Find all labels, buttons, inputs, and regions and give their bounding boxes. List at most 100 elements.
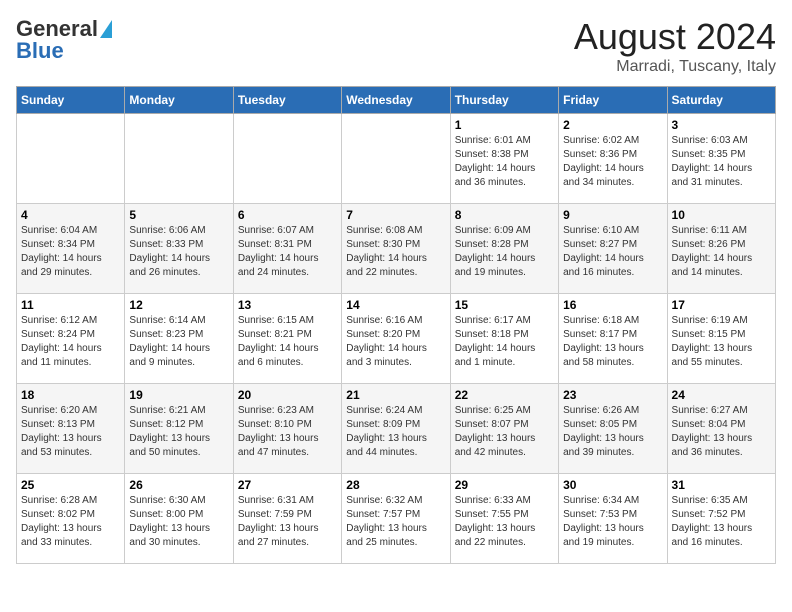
weekday-header-saturday: Saturday <box>667 87 775 114</box>
day-info: Sunrise: 6:14 AMSunset: 8:23 PMDaylight:… <box>129 314 228 370</box>
day-number: 12 <box>129 298 228 312</box>
day-info: Sunrise: 6:17 AMSunset: 8:18 PMDaylight:… <box>455 314 554 370</box>
day-number: 26 <box>129 478 228 492</box>
day-number: 17 <box>672 298 771 312</box>
calendar-title: August 2024 <box>574 16 776 58</box>
calendar-day-empty <box>17 114 125 204</box>
day-info: Sunrise: 6:21 AMSunset: 8:12 PMDaylight:… <box>129 404 228 460</box>
day-number: 21 <box>346 388 445 402</box>
day-number: 6 <box>238 208 337 222</box>
calendar-week-row: 4 Sunrise: 6:04 AMSunset: 8:34 PMDaylight… <box>17 204 776 294</box>
day-info: Sunrise: 6:25 AMSunset: 8:07 PMDaylight:… <box>455 404 554 460</box>
calendar-day-9: 9 Sunrise: 6:10 AMSunset: 8:27 PMDaylight… <box>559 204 667 294</box>
day-info: Sunrise: 6:04 AMSunset: 8:34 PMDaylight:… <box>21 224 120 280</box>
day-number: 18 <box>21 388 120 402</box>
day-info: Sunrise: 6:27 AMSunset: 8:04 PMDaylight:… <box>672 404 771 460</box>
day-number: 27 <box>238 478 337 492</box>
weekday-header-friday: Friday <box>559 87 667 114</box>
weekday-header-tuesday: Tuesday <box>233 87 341 114</box>
day-info: Sunrise: 6:23 AMSunset: 8:10 PMDaylight:… <box>238 404 337 460</box>
day-info: Sunrise: 6:26 AMSunset: 8:05 PMDaylight:… <box>563 404 662 460</box>
weekday-header-thursday: Thursday <box>450 87 558 114</box>
calendar-day-20: 20Sunrise: 6:23 AMSunset: 8:10 PMDayligh… <box>233 384 341 474</box>
calendar-day-13: 13 Sunrise: 6:15 AMSunset: 8:21 PMDayligh… <box>233 294 341 384</box>
weekday-header-sunday: Sunday <box>17 87 125 114</box>
calendar-day-7: 7 Sunrise: 6:08 AMSunset: 8:30 PMDaylight… <box>342 204 450 294</box>
day-number: 13 <box>238 298 337 312</box>
day-number: 22 <box>455 388 554 402</box>
day-info: Sunrise: 6:10 AMSunset: 8:27 PMDaylight:… <box>563 224 662 280</box>
calendar-day-17: 17 Sunrise: 6:19 AMSunset: 8:15 PMDayligh… <box>667 294 775 384</box>
calendar-week-row: 11 Sunrise: 6:12 AMSunset: 8:24 PMDayligh… <box>17 294 776 384</box>
day-number: 11 <box>21 298 120 312</box>
calendar-subtitle: Marradi, Tuscany, Italy <box>574 58 776 76</box>
calendar-day-28: 28Sunrise: 6:32 AMSunset: 7:57 PMDayligh… <box>342 474 450 564</box>
day-number: 29 <box>455 478 554 492</box>
calendar-body: 1 Sunrise: 6:01 AMSunset: 8:38 PMDaylight… <box>17 114 776 564</box>
day-info: Sunrise: 6:18 AMSunset: 8:17 PMDaylight:… <box>563 314 662 370</box>
calendar-day-26: 26 Sunrise: 6:30 AMSunset: 8:00 PMDayligh… <box>125 474 233 564</box>
calendar-week-row: 1 Sunrise: 6:01 AMSunset: 8:38 PMDaylight… <box>17 114 776 204</box>
day-info: Sunrise: 6:15 AMSunset: 8:21 PMDaylight:… <box>238 314 337 370</box>
logo: General Blue <box>16 16 112 64</box>
day-number: 30 <box>563 478 662 492</box>
day-number: 9 <box>563 208 662 222</box>
calendar-day-8: 8 Sunrise: 6:09 AMSunset: 8:28 PMDaylight… <box>450 204 558 294</box>
page-header: General Blue August 2024 Marradi, Tuscan… <box>16 16 776 76</box>
calendar-day-6: 6 Sunrise: 6:07 AMSunset: 8:31 PMDaylight… <box>233 204 341 294</box>
calendar-day-21: 21Sunrise: 6:24 AMSunset: 8:09 PMDayligh… <box>342 384 450 474</box>
day-number: 5 <box>129 208 228 222</box>
day-info: Sunrise: 6:16 AMSunset: 8:20 PMDaylight:… <box>346 314 445 370</box>
day-info: Sunrise: 6:12 AMSunset: 8:24 PMDaylight:… <box>21 314 120 370</box>
calendar-day-19: 19 Sunrise: 6:21 AMSunset: 8:12 PMDayligh… <box>125 384 233 474</box>
day-number: 2 <box>563 118 662 132</box>
calendar-day-11: 11 Sunrise: 6:12 AMSunset: 8:24 PMDayligh… <box>17 294 125 384</box>
weekday-header-wednesday: Wednesday <box>342 87 450 114</box>
day-number: 19 <box>129 388 228 402</box>
day-number: 8 <box>455 208 554 222</box>
weekday-header-row: SundayMondayTuesdayWednesdayThursdayFrid… <box>17 87 776 114</box>
day-number: 28 <box>346 478 445 492</box>
calendar-header: SundayMondayTuesdayWednesdayThursdayFrid… <box>17 87 776 114</box>
calendar-day-12: 12 Sunrise: 6:14 AMSunset: 8:23 PMDayligh… <box>125 294 233 384</box>
day-number: 4 <box>21 208 120 222</box>
day-info: Sunrise: 6:31 AMSunset: 7:59 PMDaylight:… <box>238 494 337 550</box>
day-number: 25 <box>21 478 120 492</box>
day-number: 1 <box>455 118 554 132</box>
calendar-day-22: 22 Sunrise: 6:25 AMSunset: 8:07 PMDayligh… <box>450 384 558 474</box>
calendar-day-empty <box>342 114 450 204</box>
day-number: 31 <box>672 478 771 492</box>
title-block: August 2024 Marradi, Tuscany, Italy <box>574 16 776 76</box>
day-number: 24 <box>672 388 771 402</box>
day-number: 10 <box>672 208 771 222</box>
calendar-day-24: 24 Sunrise: 6:27 AMSunset: 8:04 PMDayligh… <box>667 384 775 474</box>
day-info: Sunrise: 6:19 AMSunset: 8:15 PMDaylight:… <box>672 314 771 370</box>
day-info: Sunrise: 6:20 AMSunset: 8:13 PMDaylight:… <box>21 404 120 460</box>
logo-triangle-icon <box>100 20 112 38</box>
day-info: Sunrise: 6:33 AMSunset: 7:55 PMDaylight:… <box>455 494 554 550</box>
day-number: 3 <box>672 118 771 132</box>
day-info: Sunrise: 6:34 AMSunset: 7:53 PMDaylight:… <box>563 494 662 550</box>
day-info: Sunrise: 6:07 AMSunset: 8:31 PMDaylight:… <box>238 224 337 280</box>
day-info: Sunrise: 6:01 AMSunset: 8:38 PMDaylight:… <box>455 134 554 190</box>
calendar-day-25: 25 Sunrise: 6:28 AMSunset: 8:02 PMDayligh… <box>17 474 125 564</box>
day-number: 16 <box>563 298 662 312</box>
calendar-day-10: 10 Sunrise: 6:11 AMSunset: 8:26 PMDayligh… <box>667 204 775 294</box>
calendar-day-3: 3Sunrise: 6:03 AMSunset: 8:35 PMDaylight… <box>667 114 775 204</box>
calendar-day-16: 16 Sunrise: 6:18 AMSunset: 8:17 PMDayligh… <box>559 294 667 384</box>
day-info: Sunrise: 6:08 AMSunset: 8:30 PMDaylight:… <box>346 224 445 280</box>
calendar-day-27: 27 Sunrise: 6:31 AMSunset: 7:59 PMDayligh… <box>233 474 341 564</box>
calendar-day-2: 2 Sunrise: 6:02 AMSunset: 8:36 PMDaylight… <box>559 114 667 204</box>
logo-blue-text: Blue <box>16 38 64 64</box>
calendar-day-14: 14Sunrise: 6:16 AMSunset: 8:20 PMDayligh… <box>342 294 450 384</box>
calendar-day-30: 30 Sunrise: 6:34 AMSunset: 7:53 PMDayligh… <box>559 474 667 564</box>
day-info: Sunrise: 6:09 AMSunset: 8:28 PMDaylight:… <box>455 224 554 280</box>
day-info: Sunrise: 6:11 AMSunset: 8:26 PMDaylight:… <box>672 224 771 280</box>
day-info: Sunrise: 6:35 AMSunset: 7:52 PMDaylight:… <box>672 494 771 550</box>
calendar-day-5: 5Sunrise: 6:06 AMSunset: 8:33 PMDaylight… <box>125 204 233 294</box>
day-number: 15 <box>455 298 554 312</box>
day-info: Sunrise: 6:30 AMSunset: 8:00 PMDaylight:… <box>129 494 228 550</box>
day-info: Sunrise: 6:28 AMSunset: 8:02 PMDaylight:… <box>21 494 120 550</box>
day-info: Sunrise: 6:02 AMSunset: 8:36 PMDaylight:… <box>563 134 662 190</box>
day-number: 7 <box>346 208 445 222</box>
